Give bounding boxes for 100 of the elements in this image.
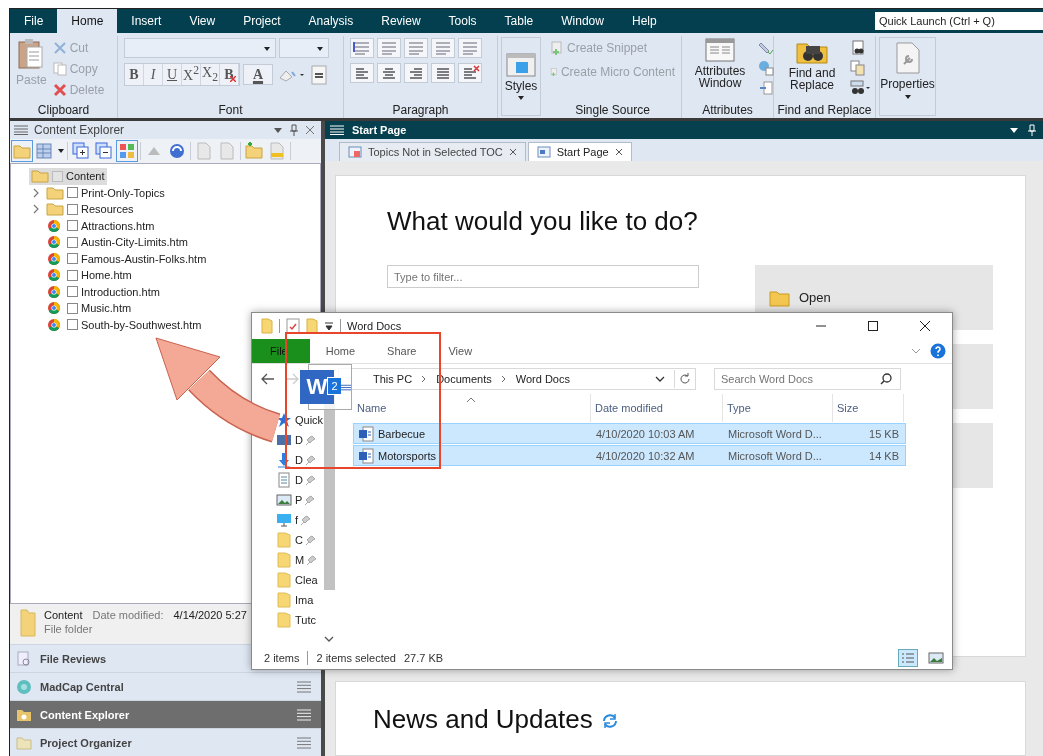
expand-icon[interactable]: [32, 204, 40, 215]
navigation-item[interactable]: f: [276, 510, 336, 530]
pin-icon[interactable]: [289, 124, 299, 136]
dropdown-icon[interactable]: [273, 126, 283, 134]
tree-item[interactable]: Music.htm: [11, 300, 320, 317]
folder-add-icon[interactable]: [244, 141, 264, 161]
menu-tab[interactable]: Help: [617, 9, 671, 33]
subscript-button[interactable]: X$_{2}$: [201, 64, 220, 85]
checkbox[interactable]: [67, 253, 78, 265]
refresh-icon[interactable]: [600, 712, 619, 730]
underline-button[interactable]: U: [163, 64, 182, 85]
checkbox[interactable]: [67, 236, 78, 248]
close-icon[interactable]: [508, 148, 517, 156]
document-tab[interactable]: Start Page: [527, 142, 632, 161]
menu-tab[interactable]: Analysis: [294, 9, 368, 33]
align-center-icon[interactable]: [377, 63, 401, 83]
navigation-item[interactable]: D: [276, 430, 336, 450]
new-folder-icon[interactable]: [306, 318, 318, 334]
bold-button[interactable]: B: [125, 64, 144, 85]
menu-tab[interactable]: Home: [57, 9, 118, 33]
add-page-icon[interactable]: [71, 141, 91, 161]
text-cursor-icon[interactable]: [758, 80, 774, 96]
breadcrumb[interactable]: Word Docs: [515, 373, 570, 385]
checkbox[interactable]: [67, 187, 78, 199]
document-icon[interactable]: [309, 63, 329, 86]
justify-icon[interactable]: [431, 63, 455, 83]
dropdown-icon[interactable]: [1009, 126, 1019, 134]
document-tab[interactable]: Topics Not in Selected TOC: [339, 142, 526, 161]
dropdown-icon[interactable]: [324, 321, 334, 331]
checkbox[interactable]: [67, 286, 78, 298]
quick-launch-field[interactable]: Quick Launch (Ctrl + Q): [875, 12, 1043, 30]
menu-tab[interactable]: View: [175, 9, 230, 33]
align-left-icon[interactable]: [350, 63, 374, 83]
ribbon-tab[interactable]: Share: [371, 339, 433, 363]
help-icon[interactable]: [930, 343, 946, 359]
pane-switch-item[interactable]: Project Organizer: [10, 728, 321, 756]
back-arrow-icon[interactable]: [260, 372, 276, 386]
search-field[interactable]: Search Word Docs: [714, 368, 901, 390]
forward-arrow-icon[interactable]: [284, 372, 300, 386]
globe-icon[interactable]: [758, 60, 774, 76]
column-header[interactable]: Name: [353, 394, 591, 422]
navigation-item[interactable]: Ima: [276, 590, 336, 610]
pane-switch-item[interactable]: Content Explorer: [10, 700, 321, 728]
attributes-window-button[interactable]: Attributes Window: [688, 38, 752, 101]
align-right-icon[interactable]: [404, 63, 428, 83]
file-row[interactable]: Barbecue 4/10/2020 10:03 AM Microsoft Word D... 15 KB: [353, 423, 906, 444]
tree-item[interactable]: Austin-City-Limits.htm: [11, 234, 320, 251]
close-icon[interactable]: [305, 125, 315, 135]
tree-item[interactable]: Resources: [11, 201, 320, 218]
clear-list-icon[interactable]: [458, 63, 482, 83]
checkbox[interactable]: [67, 269, 78, 281]
properties-icon[interactable]: [286, 318, 300, 334]
tree-item[interactable]: Home.htm: [11, 267, 320, 284]
file-row[interactable]: Motorsports 4/10/2020 10:32 AM Microsoft Word D... 14 KB: [353, 445, 906, 466]
chevron-down-icon[interactable]: [324, 635, 334, 643]
navigation-item[interactable]: Tutc: [276, 610, 336, 630]
checkbox[interactable]: [67, 319, 78, 331]
navigation-item[interactable]: Clea: [276, 570, 336, 590]
navigation-item[interactable]: Quick: [276, 410, 336, 430]
clear-button[interactable]: B: [220, 64, 239, 85]
italic-button[interactable]: I: [144, 64, 163, 85]
tree-item[interactable]: Famous-Austin-Folks.htm: [11, 250, 320, 267]
find-icon[interactable]: [850, 40, 866, 56]
breadcrumb[interactable]: This PC: [373, 373, 413, 385]
superscript-button[interactable]: X$^{2}$: [182, 64, 201, 85]
filter-field[interactable]: Type to filter...: [387, 265, 699, 288]
checkbox[interactable]: [67, 220, 78, 232]
remove-page-icon[interactable]: [94, 141, 114, 161]
find-and-replace-button[interactable]: Find and Replace: [780, 38, 844, 101]
large-icons-view-icon[interactable]: [926, 649, 946, 667]
navigation-item[interactable]: M: [276, 550, 336, 570]
refresh-icon[interactable]: [167, 141, 187, 161]
menu-tab[interactable]: Project: [229, 9, 295, 33]
details-view-icon[interactable]: [898, 649, 918, 667]
menu-tab[interactable]: Table: [490, 9, 548, 33]
indent-icon[interactable]: [404, 38, 428, 58]
block-icon[interactable]: [458, 38, 482, 58]
bullet-list-icon[interactable]: [350, 38, 374, 58]
menu-tab[interactable]: Tools: [434, 9, 491, 33]
paragraph-style-icon[interactable]: [431, 38, 455, 58]
tiles-icon[interactable]: [117, 141, 137, 161]
tree-item[interactable]: Content: [29, 168, 107, 185]
checkbox[interactable]: [52, 170, 63, 182]
menu-tab[interactable]: Window: [547, 9, 618, 33]
close-icon[interactable]: [614, 148, 623, 156]
styles-button[interactable]: Styles: [501, 37, 541, 116]
menu-tab[interactable]: Insert: [117, 9, 176, 33]
navigation-item[interactable]: P: [276, 490, 336, 510]
column-header[interactable]: Date modified: [591, 394, 723, 422]
ribbon-tab[interactable]: View: [432, 339, 489, 363]
navigation-item[interactable]: C: [276, 530, 336, 550]
tag-icon[interactable]: [758, 40, 774, 56]
menu-tab[interactable]: File: [10, 9, 58, 33]
navigation-item[interactable]: D: [276, 470, 336, 490]
column-header[interactable]: Type: [723, 394, 833, 422]
menu-tab[interactable]: Review: [367, 9, 435, 33]
chevron-down-icon[interactable]: [654, 374, 666, 384]
tree-item[interactable]: Print-Only-Topics: [11, 184, 320, 201]
ribbon-tab[interactable]: Home: [309, 339, 372, 363]
properties-button[interactable]: Properties: [879, 37, 936, 116]
